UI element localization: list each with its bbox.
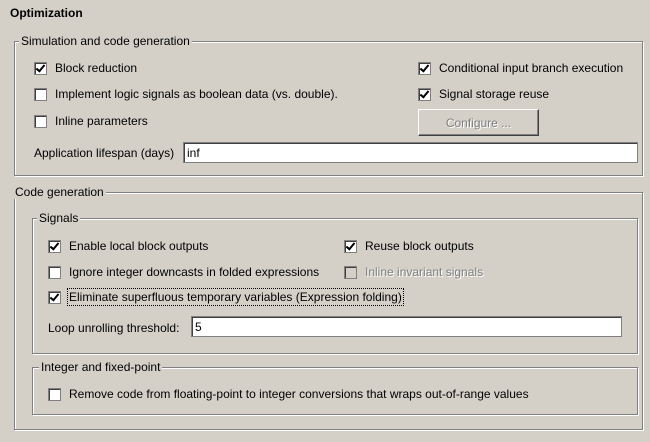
eliminate-superfluous-label: Eliminate superfluous temporary variable… [67,288,404,306]
page-title: Optimization [10,6,83,20]
reuse-block-checkbox[interactable]: Reuse block outputs [344,239,474,253]
checkbox-unchecked [34,87,47,101]
ignore-integer-checkbox[interactable]: Ignore integer downcasts in folded expre… [48,265,319,279]
checkbox-unchecked [48,265,61,279]
inline-parameters-label: Inline parameters [55,114,148,128]
code-generation-legend: Code generation [13,185,106,199]
block-reduction-checkbox[interactable]: Block reduction [34,61,137,75]
checkbox-disabled [344,265,357,279]
checkbox-checked [344,239,357,253]
signal-storage-label: Signal storage reuse [439,87,550,101]
checkbox-unchecked [48,387,61,401]
conditional-input-checkbox[interactable]: Conditional input branch execution [418,61,623,75]
loop-unrolling-input[interactable] [191,316,622,337]
signal-storage-checkbox[interactable]: Signal storage reuse [418,87,549,101]
remove-code-checkbox[interactable]: Remove code from floating-point to integ… [48,387,529,401]
configure-button[interactable]: Configure ... [418,109,539,136]
inline-invariant-label: Inline invariant signals [365,265,484,279]
loop-unrolling-label: Loop unrolling threshold: [48,321,180,335]
ignore-integer-label: Ignore integer downcasts in folded expre… [69,265,320,279]
reuse-block-label: Reuse block outputs [365,239,474,253]
integer-legend: Integer and fixed-point [39,360,163,374]
eliminate-superfluous-checkbox[interactable]: Eliminate superfluous temporary variable… [48,288,404,306]
signals-legend: Signals [37,211,81,225]
implement-logic-checkbox[interactable]: Implement logic signals as boolean data … [34,87,338,101]
implement-logic-label: Implement logic signals as boolean data … [55,87,338,101]
block-reduction-label: Block reduction [55,61,138,75]
checkbox-checked [34,61,47,75]
inline-invariant-checkbox[interactable]: Inline invariant signals [344,265,483,279]
enable-local-checkbox[interactable]: Enable local block outputs [48,239,208,253]
checkbox-checked [48,239,61,253]
enable-local-label: Enable local block outputs [69,239,209,253]
lifespan-label: Application lifespan (days) [34,146,175,160]
checkbox-unchecked [34,114,47,128]
inline-parameters-checkbox[interactable]: Inline parameters [34,114,148,128]
remove-code-label: Remove code from floating-point to integ… [69,387,529,401]
checkbox-checked [418,61,431,75]
checkbox-checked [418,87,431,101]
simulation-group-legend: Simulation and code generation [19,34,192,48]
checkbox-checked [48,290,61,304]
conditional-input-label: Conditional input branch execution [439,61,624,75]
lifespan-input[interactable] [183,142,638,163]
